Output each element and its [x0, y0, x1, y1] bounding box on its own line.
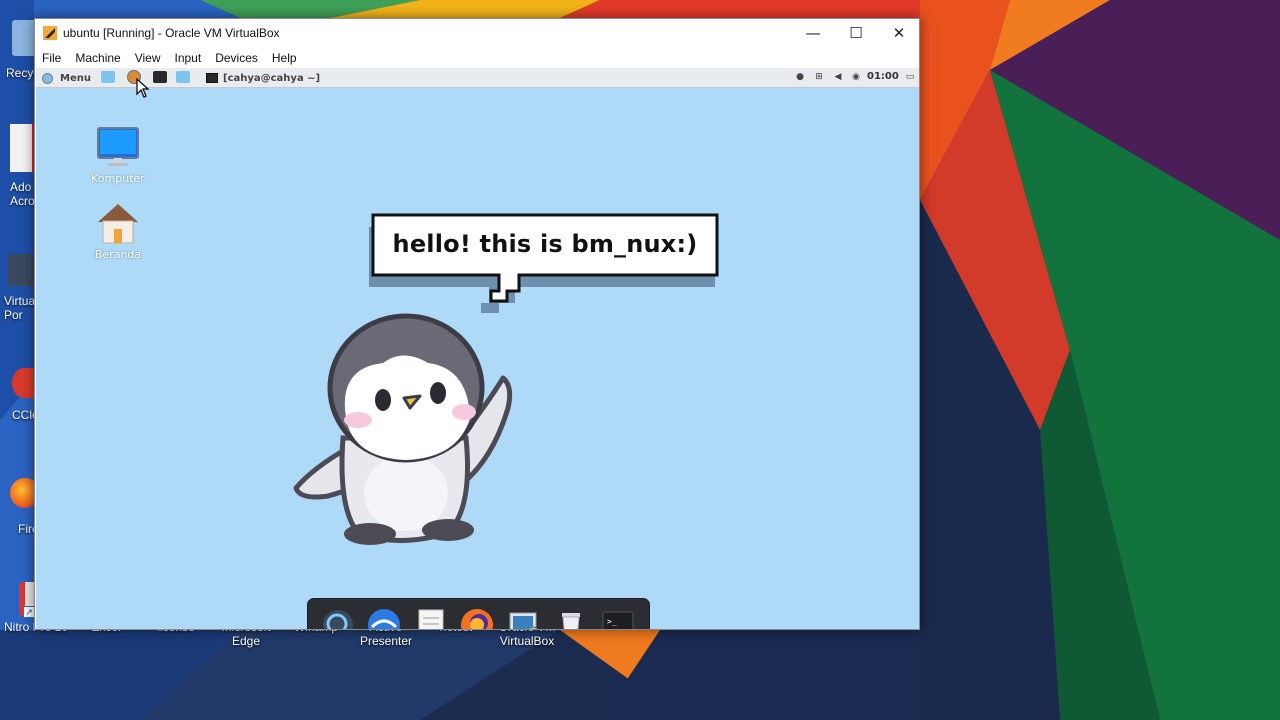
mouse-cursor-icon	[136, 78, 150, 98]
guest-menu-label: Menu	[60, 72, 91, 84]
close-icon: ✕	[892, 24, 906, 42]
volume-icon[interactable]: ◀	[833, 72, 843, 82]
taskbar-window-title: [cahya@cahya ~]	[223, 72, 321, 84]
host-icon-virtualbox-portable[interactable]: Virtua Por	[4, 254, 36, 322]
text-editor-icon[interactable]	[413, 607, 449, 629]
user-icon[interactable]: ●	[795, 72, 805, 82]
window-titlebar[interactable]: ubuntu [Running] - Oracle VM VirtualBox …	[35, 19, 919, 47]
ccleaner-icon	[12, 368, 36, 398]
menu-help[interactable]: Help	[272, 51, 297, 65]
close-button[interactable]: ✕	[877, 19, 921, 47]
virtualbox-window[interactable]: ubuntu [Running] - Oracle VM VirtualBox …	[34, 18, 920, 630]
update-icon[interactable]: ◉	[851, 72, 861, 82]
minimize-button[interactable]: —	[791, 19, 835, 47]
menu-machine[interactable]: Machine	[75, 51, 120, 65]
menu-bar: File Machine View Input Devices Help	[35, 47, 919, 69]
virtualbox-app-icon	[43, 26, 57, 40]
terminal-icon[interactable]: >_	[600, 607, 636, 629]
home-folder-icon	[98, 204, 138, 244]
show-desktop-launcher-icon[interactable]	[101, 71, 115, 83]
display-icon[interactable]: ▭	[905, 72, 915, 82]
firefox-icon[interactable]	[459, 607, 495, 629]
adobe-acrobat-icon	[10, 124, 36, 172]
guest-icon-beranda[interactable]: Beranda	[78, 202, 158, 261]
browser-globe-icon[interactable]	[366, 607, 402, 629]
menu-input[interactable]: Input	[175, 51, 202, 65]
guest-icon-label: Beranda	[94, 248, 142, 261]
image-viewer-icon[interactable]	[506, 607, 542, 629]
penguin-mascot	[293, 313, 513, 545]
guest-top-panel: Menu [cahya@cahya ~] ● ⊞ ◀ ◉ 01:00 ▭	[36, 68, 919, 88]
window-title: ubuntu [Running] - Oracle VM VirtualBox	[63, 26, 280, 40]
guest-icon-label: Komputer	[91, 172, 145, 185]
trash-icon[interactable]	[553, 607, 589, 629]
guest-screen[interactable]: Menu [cahya@cahya ~] ● ⊞ ◀ ◉ 01:00 ▭ Kom…	[36, 68, 919, 629]
host-icon-label: Ado Acro	[10, 180, 35, 208]
maximize-button[interactable]: ☐	[834, 19, 878, 47]
svg-text:>_: >_	[607, 617, 617, 626]
guest-menu-button[interactable]: Menu	[42, 70, 91, 86]
menu-logo-icon	[42, 72, 53, 84]
terminal-launcher-icon[interactable]	[153, 71, 167, 83]
terminal-icon	[206, 73, 218, 83]
guest-icon-komputer[interactable]: Komputer	[78, 126, 158, 185]
search-icon[interactable]	[320, 607, 356, 629]
menu-file[interactable]: File	[42, 51, 61, 65]
menu-view[interactable]: View	[135, 51, 161, 65]
file-manager-launcher-icon[interactable]	[176, 71, 190, 83]
minimize-icon: —	[805, 24, 821, 42]
speech-text: hello! this is bm_nux:)	[392, 230, 698, 258]
network-icon[interactable]: ⊞	[814, 72, 824, 82]
virtualbox-portable-icon	[8, 254, 36, 286]
guest-dock: >_	[307, 598, 650, 629]
taskbar-terminal-window[interactable]: [cahya@cahya ~]	[206, 70, 320, 86]
host-icon-label: Virtua Por	[4, 294, 36, 322]
computer-monitor-icon	[97, 127, 139, 166]
panel-clock[interactable]: 01:00	[867, 71, 899, 82]
wallpaper-speech-bubble: hello! this is bm_nux:)	[367, 213, 723, 313]
maximize-icon: ☐	[849, 24, 863, 42]
menu-devices[interactable]: Devices	[215, 51, 258, 65]
